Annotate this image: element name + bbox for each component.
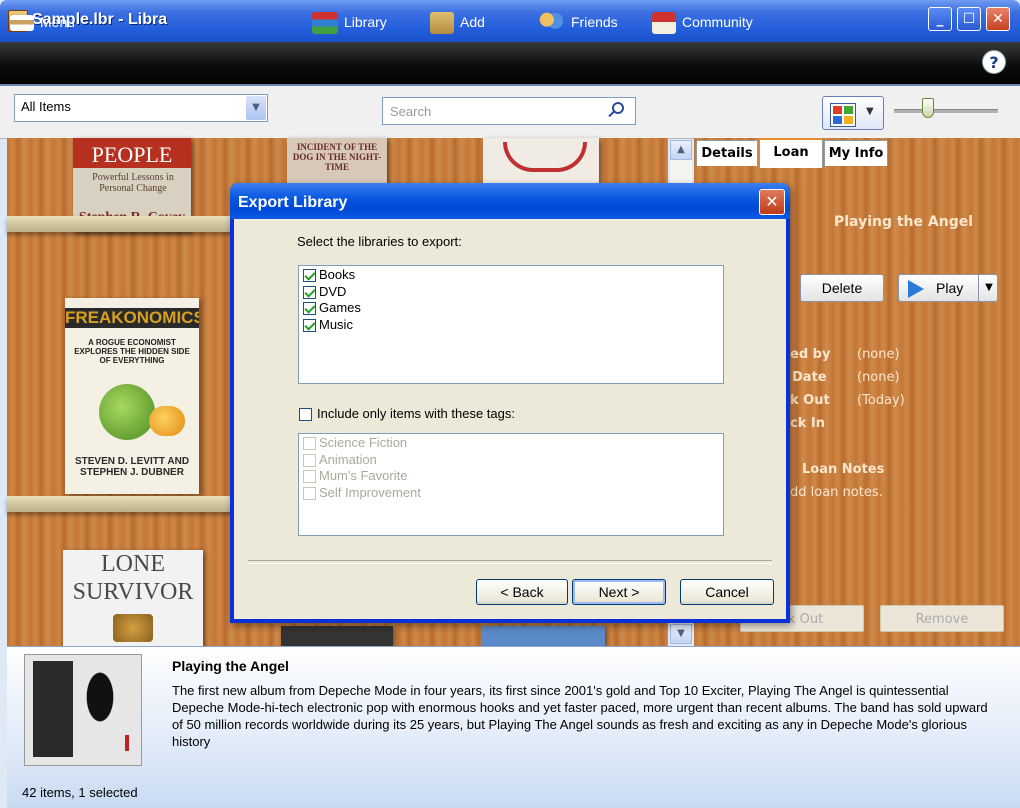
maximize-button[interactable]: ☐ xyxy=(957,7,981,31)
main-toolbar xyxy=(0,42,1020,86)
book-cover[interactable] xyxy=(481,626,605,646)
music-checkbox[interactable] xyxy=(303,319,316,332)
delete-button[interactable]: Delete xyxy=(800,274,884,302)
book-cover[interactable]: LONE SURVIVOR xyxy=(63,550,203,646)
info-title: Playing the Angel xyxy=(172,658,289,674)
grid-view-icon xyxy=(830,103,856,127)
scroll-up-icon[interactable]: ▲ xyxy=(670,140,692,160)
back-button[interactable]: < Back xyxy=(476,579,568,605)
loan-date-label: Date xyxy=(792,370,827,385)
book-author: STEVEN D. LEVITT AND STEPHEN J. DUBNER xyxy=(74,456,190,478)
info-description: The first new album from Depeche Mode in… xyxy=(172,683,988,749)
tab-details[interactable]: Details xyxy=(696,140,758,166)
book-cover[interactable]: INCIDENT OF THE DOG IN THE NIGHT-TIME xyxy=(287,138,387,188)
album-cover xyxy=(24,654,142,766)
search-placeholder: Search xyxy=(390,104,432,119)
friends-icon xyxy=(537,12,565,35)
checkout-date-label: k Out xyxy=(790,393,830,408)
play-dropdown-icon[interactable]: ▼ xyxy=(978,274,999,302)
book-title: INCIDENT OF THE DOG IN THE NIGHT-TIME xyxy=(292,142,382,172)
zoom-slider-thumb[interactable] xyxy=(922,98,934,118)
book-title: FREAKONOMICS xyxy=(65,308,199,328)
friends-label: Friends xyxy=(571,14,618,30)
dialog-divider xyxy=(248,560,772,564)
dialog-close-icon[interactable]: ✕ xyxy=(759,189,785,215)
tag-label: Science Fiction xyxy=(319,435,408,450)
cancel-button[interactable]: Cancel xyxy=(680,579,774,605)
loaned-by-value: (none) xyxy=(857,347,900,362)
help-button[interactable]: ? xyxy=(982,50,1006,74)
books-checkbox[interactable] xyxy=(303,269,316,282)
status-bar-text: 42 items, 1 selected xyxy=(22,785,138,800)
book-title: PEOPLE xyxy=(91,142,173,167)
loan-notes-label: Loan Notes xyxy=(802,462,885,477)
book-cover[interactable]: FREAKONOMICS A ROGUE ECONOMIST EXPLORES … xyxy=(65,298,199,494)
items-filter-value: All Items xyxy=(21,99,71,114)
menu-button[interactable]: Menu xyxy=(10,10,75,34)
books-icon xyxy=(312,12,338,35)
tags-filter-checkbox[interactable] xyxy=(299,408,312,421)
tag-checkbox[interactable] xyxy=(303,437,316,450)
menu-label: Menu xyxy=(40,14,76,30)
community-label: Community xyxy=(682,14,753,30)
loan-item-title: Playing the Angel xyxy=(834,214,974,230)
tag-label: Self Improvement xyxy=(319,485,421,500)
loaned-by-label: ed by xyxy=(790,347,831,362)
play-label: Play xyxy=(936,280,964,296)
library-label: Library xyxy=(344,14,387,30)
minimize-button[interactable]: _ xyxy=(928,7,952,31)
tag-checkbox[interactable] xyxy=(303,487,316,500)
house-icon xyxy=(652,12,676,35)
book-subtitle: Powerful Lessons in Personal Change xyxy=(92,172,174,194)
next-button[interactable]: Next > xyxy=(572,579,666,605)
close-window-button[interactable]: ✕ xyxy=(986,7,1010,31)
tag-label: Mum's Favorite xyxy=(319,468,408,483)
book-subtitle: A ROGUE ECONOMIST EXPLORES THE HIDDEN SI… xyxy=(74,338,190,365)
book-cover[interactable] xyxy=(281,626,393,646)
dialog-title: Export Library xyxy=(238,194,348,211)
library-button[interactable]: Library xyxy=(312,10,387,35)
checkout-date-value: (Today) xyxy=(857,393,905,408)
dialog-prompt: Select the libraries to export: xyxy=(297,234,462,249)
music-checkbox-label[interactable]: Music xyxy=(319,317,353,332)
friends-button[interactable]: Friends xyxy=(537,10,618,35)
books-checkbox-label[interactable]: Books xyxy=(319,267,355,282)
book-title: LONE SURVIVOR xyxy=(72,551,194,605)
zoom-slider-track[interactable] xyxy=(894,109,998,113)
tags-filter-label[interactable]: Include only items with these tags: xyxy=(317,406,515,421)
tab-loan[interactable]: Loan xyxy=(759,138,823,168)
add-label: Add xyxy=(460,14,485,30)
tag-label: Animation xyxy=(319,452,377,467)
dvd-checkbox-label[interactable]: DVD xyxy=(319,284,346,299)
tag-checkbox[interactable] xyxy=(303,454,316,467)
library-checklist xyxy=(298,265,724,384)
tag-checkbox[interactable] xyxy=(303,470,316,483)
add-box-icon xyxy=(430,12,454,35)
chevron-down-icon[interactable]: ▼ xyxy=(246,96,266,120)
tab-my-info[interactable]: My Info xyxy=(824,140,888,166)
checkin-date-label: ck In xyxy=(790,416,825,431)
menu-icon xyxy=(10,15,34,32)
view-dropdown-arrow-icon[interactable]: ▼ xyxy=(866,106,874,117)
dvd-checkbox[interactable] xyxy=(303,286,316,299)
games-checkbox[interactable] xyxy=(303,302,316,315)
loan-date-value: (none) xyxy=(857,370,900,385)
loan-notes-hint[interactable]: dd loan notes. xyxy=(790,485,883,500)
play-icon xyxy=(908,280,924,298)
add-button[interactable]: Add xyxy=(430,10,485,35)
games-checkbox-label[interactable]: Games xyxy=(319,300,361,315)
scroll-down-icon[interactable]: ▼ xyxy=(670,624,692,644)
remove-button[interactable]: Remove xyxy=(880,605,1004,632)
community-button[interactable]: Community xyxy=(652,10,753,35)
book-cover[interactable] xyxy=(483,138,599,186)
